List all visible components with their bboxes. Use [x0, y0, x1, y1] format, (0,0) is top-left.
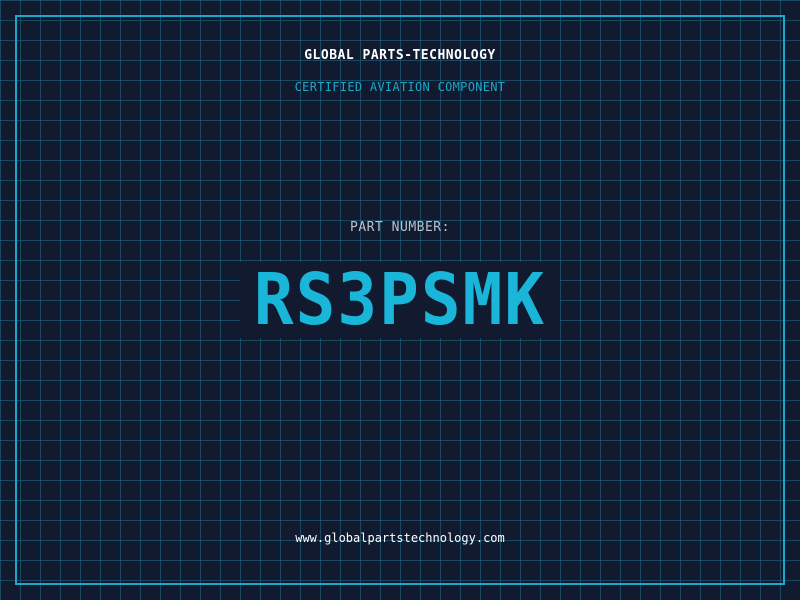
part-number-block: RS3PSMK: [240, 257, 560, 342]
part-number-value: RS3PSMK: [253, 257, 547, 342]
label-canvas: GLOBAL PARTS-TECHNOLOGY CERTIFIED AVIATI…: [0, 0, 800, 600]
website-url: www.globalpartstechnology.com: [295, 531, 505, 545]
company-name: GLOBAL PARTS-TECHNOLOGY: [304, 48, 496, 63]
certification-subtitle: CERTIFIED AVIATION COMPONENT: [294, 80, 506, 94]
part-number-label: PART NUMBER:: [350, 220, 450, 235]
